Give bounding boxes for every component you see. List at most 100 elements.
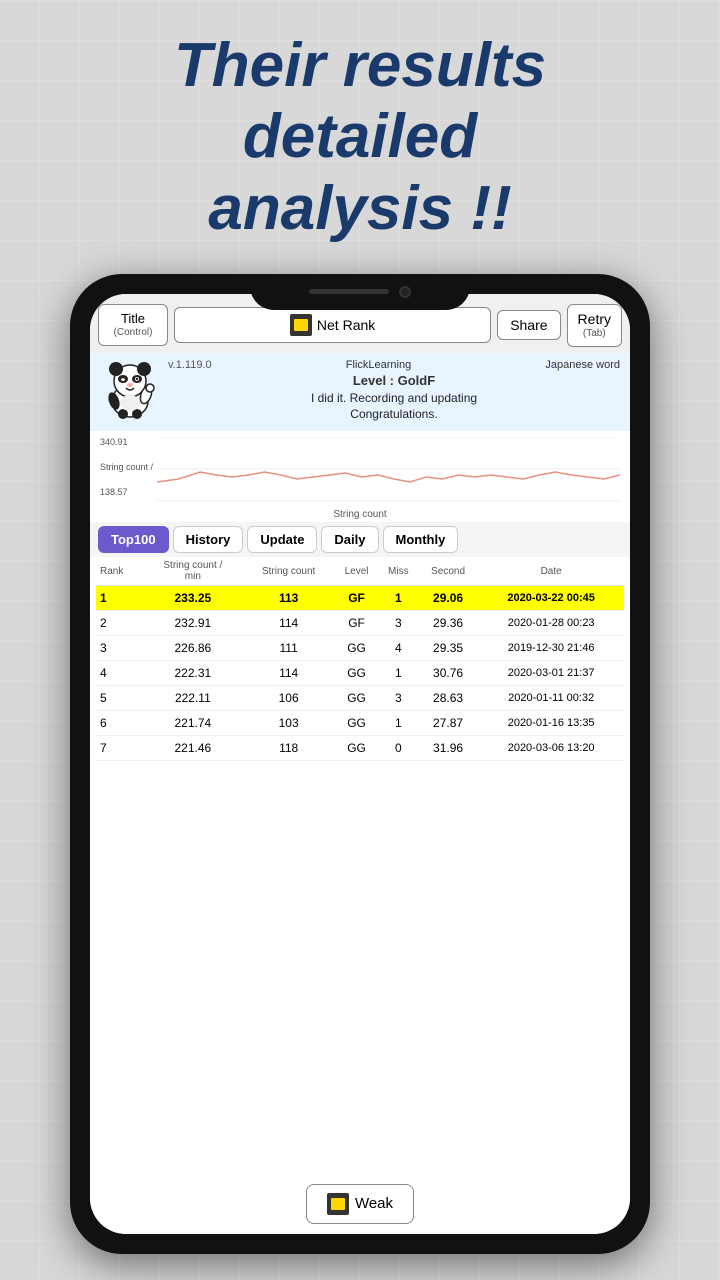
tab-history[interactable]: History: [173, 526, 244, 553]
level-text: Level : GoldF: [168, 373, 620, 388]
version-text: v.1.119.0: [168, 359, 212, 371]
cell-level: GG: [334, 661, 378, 686]
cell-level: GG: [334, 711, 378, 736]
cell-date: 2020-01-16 13:35: [478, 711, 624, 736]
cell-date: 2020-03-22 00:45: [478, 586, 624, 611]
chart-y-labels: 340.91 String count / 138.57: [100, 437, 153, 497]
cell-second: 29.06: [418, 586, 478, 611]
weak-button[interactable]: Weak: [306, 1184, 414, 1224]
col-miss: Miss: [379, 557, 418, 586]
cell-str-per-min: 233.25: [143, 586, 243, 611]
tab-update[interactable]: Update: [247, 526, 317, 553]
chart-x-label: String count: [100, 509, 620, 520]
notch-camera: [399, 286, 411, 298]
cell-str-count: 113: [243, 586, 334, 611]
subject-text: Japanese word: [545, 359, 620, 371]
cell-str-count: 114: [243, 611, 334, 636]
cell-date: 2020-03-01 21:37: [478, 661, 624, 686]
table-row: 5 222.11 106 GG 3 28.63 2020-01-11 00:32: [96, 686, 624, 711]
cell-second: 31.96: [418, 736, 478, 761]
cell-str-count: 114: [243, 661, 334, 686]
col-date: Date: [478, 557, 624, 586]
cell-miss: 3: [379, 611, 418, 636]
table-row: 6 221.74 103 GG 1 27.87 2020-01-16 13:35: [96, 711, 624, 736]
cell-rank: 6: [96, 711, 143, 736]
chart-y-top: 340.91: [100, 437, 153, 447]
cell-str-count: 106: [243, 686, 334, 711]
retry-sub: (Tab): [578, 328, 611, 340]
col-str-per-min: String count /min: [143, 557, 243, 586]
cell-miss: 0: [379, 736, 418, 761]
cell-str-per-min: 222.31: [143, 661, 243, 686]
tab-daily[interactable]: Daily: [321, 526, 378, 553]
title-sub: (Control): [109, 327, 157, 339]
table-row: 3 226.86 111 GG 4 29.35 2019-12-30 21:46: [96, 636, 624, 661]
phone-frame: Title (Control) Net Rank Share Retry (Ta…: [70, 274, 650, 1254]
notch-bar: [309, 289, 389, 294]
cell-rank: 3: [96, 636, 143, 661]
cell-level: GG: [334, 736, 378, 761]
tab-monthly[interactable]: Monthly: [383, 526, 459, 553]
cell-level: GG: [334, 686, 378, 711]
cell-rank: 1: [96, 586, 143, 611]
cell-str-per-min: 221.46: [143, 736, 243, 761]
tabs-bar: Top100 History Update Daily Monthly: [90, 522, 630, 557]
tab-top100[interactable]: Top100: [98, 526, 169, 553]
weak-film-icon: [327, 1193, 349, 1215]
message-text: I did it. Recording and updatingCongratu…: [168, 390, 620, 424]
netrank-button[interactable]: Net Rank: [174, 307, 491, 343]
cell-str-per-min: 232.91: [143, 611, 243, 636]
cell-rank: 7: [96, 736, 143, 761]
title-button[interactable]: Title (Control): [98, 304, 168, 346]
col-second: Second: [418, 557, 478, 586]
share-button[interactable]: Share: [497, 310, 560, 340]
cell-miss: 4: [379, 636, 418, 661]
info-text-block: v.1.119.0 FlickLearning Japanese word Le…: [168, 359, 620, 424]
headline-line1: Their results: [174, 31, 546, 100]
cell-second: 28.63: [418, 686, 478, 711]
headline-line3: analysis !!: [208, 174, 511, 243]
cell-miss: 3: [379, 686, 418, 711]
cell-date: 2020-03-06 13:20: [478, 736, 624, 761]
panda-icon: [100, 359, 160, 419]
cell-level: GF: [334, 611, 378, 636]
weak-row: Weak: [90, 1174, 630, 1234]
cell-level: GG: [334, 636, 378, 661]
retry-button[interactable]: Retry (Tab): [567, 304, 622, 347]
phone-screen: Title (Control) Net Rank Share Retry (Ta…: [90, 294, 630, 1234]
cell-date: 2020-01-28 00:23: [478, 611, 624, 636]
weak-label: Weak: [355, 1195, 393, 1212]
retry-label: Retry: [578, 311, 611, 328]
cell-str-per-min: 221.74: [143, 711, 243, 736]
table-row: 7 221.46 118 GG 0 31.96 2020-03-06 13:20: [96, 736, 624, 761]
results-table: Rank String count /min String count Leve…: [96, 557, 624, 761]
cell-miss: 1: [379, 711, 418, 736]
cell-date: 2020-01-11 00:32: [478, 686, 624, 711]
col-level: Level: [334, 557, 378, 586]
table-body: 1 233.25 113 GF 1 29.06 2020-03-22 00:45…: [96, 586, 624, 761]
headline-line2: detailed: [243, 102, 477, 171]
chart-y-bot: 138.57: [100, 487, 153, 497]
table-row: 1 233.25 113 GF 1 29.06 2020-03-22 00:45: [96, 586, 624, 611]
chart-svg: [157, 437, 620, 507]
cell-second: 27.87: [418, 711, 478, 736]
phone-wrapper: Title (Control) Net Rank Share Retry (Ta…: [0, 264, 720, 1254]
cell-rank: 2: [96, 611, 143, 636]
cell-str-count: 103: [243, 711, 334, 736]
headline: Their results detailed analysis !!: [0, 0, 720, 264]
cell-str-count: 111: [243, 636, 334, 661]
col-str-count: String count: [243, 557, 334, 586]
netrank-label: Net Rank: [317, 317, 375, 333]
cell-rank: 5: [96, 686, 143, 711]
table-row: 4 222.31 114 GG 1 30.76 2020-03-01 21:37: [96, 661, 624, 686]
cell-str-per-min: 226.86: [143, 636, 243, 661]
info-area: v.1.119.0 FlickLearning Japanese word Le…: [90, 353, 630, 432]
table-header-row: Rank String count /min String count Leve…: [96, 557, 624, 586]
cell-miss: 1: [379, 661, 418, 686]
phone-notch: [250, 274, 470, 310]
col-rank: Rank: [96, 557, 143, 586]
cell-level: GF: [334, 586, 378, 611]
cell-second: 29.36: [418, 611, 478, 636]
cell-second: 29.35: [418, 636, 478, 661]
cell-date: 2019-12-30 21:46: [478, 636, 624, 661]
